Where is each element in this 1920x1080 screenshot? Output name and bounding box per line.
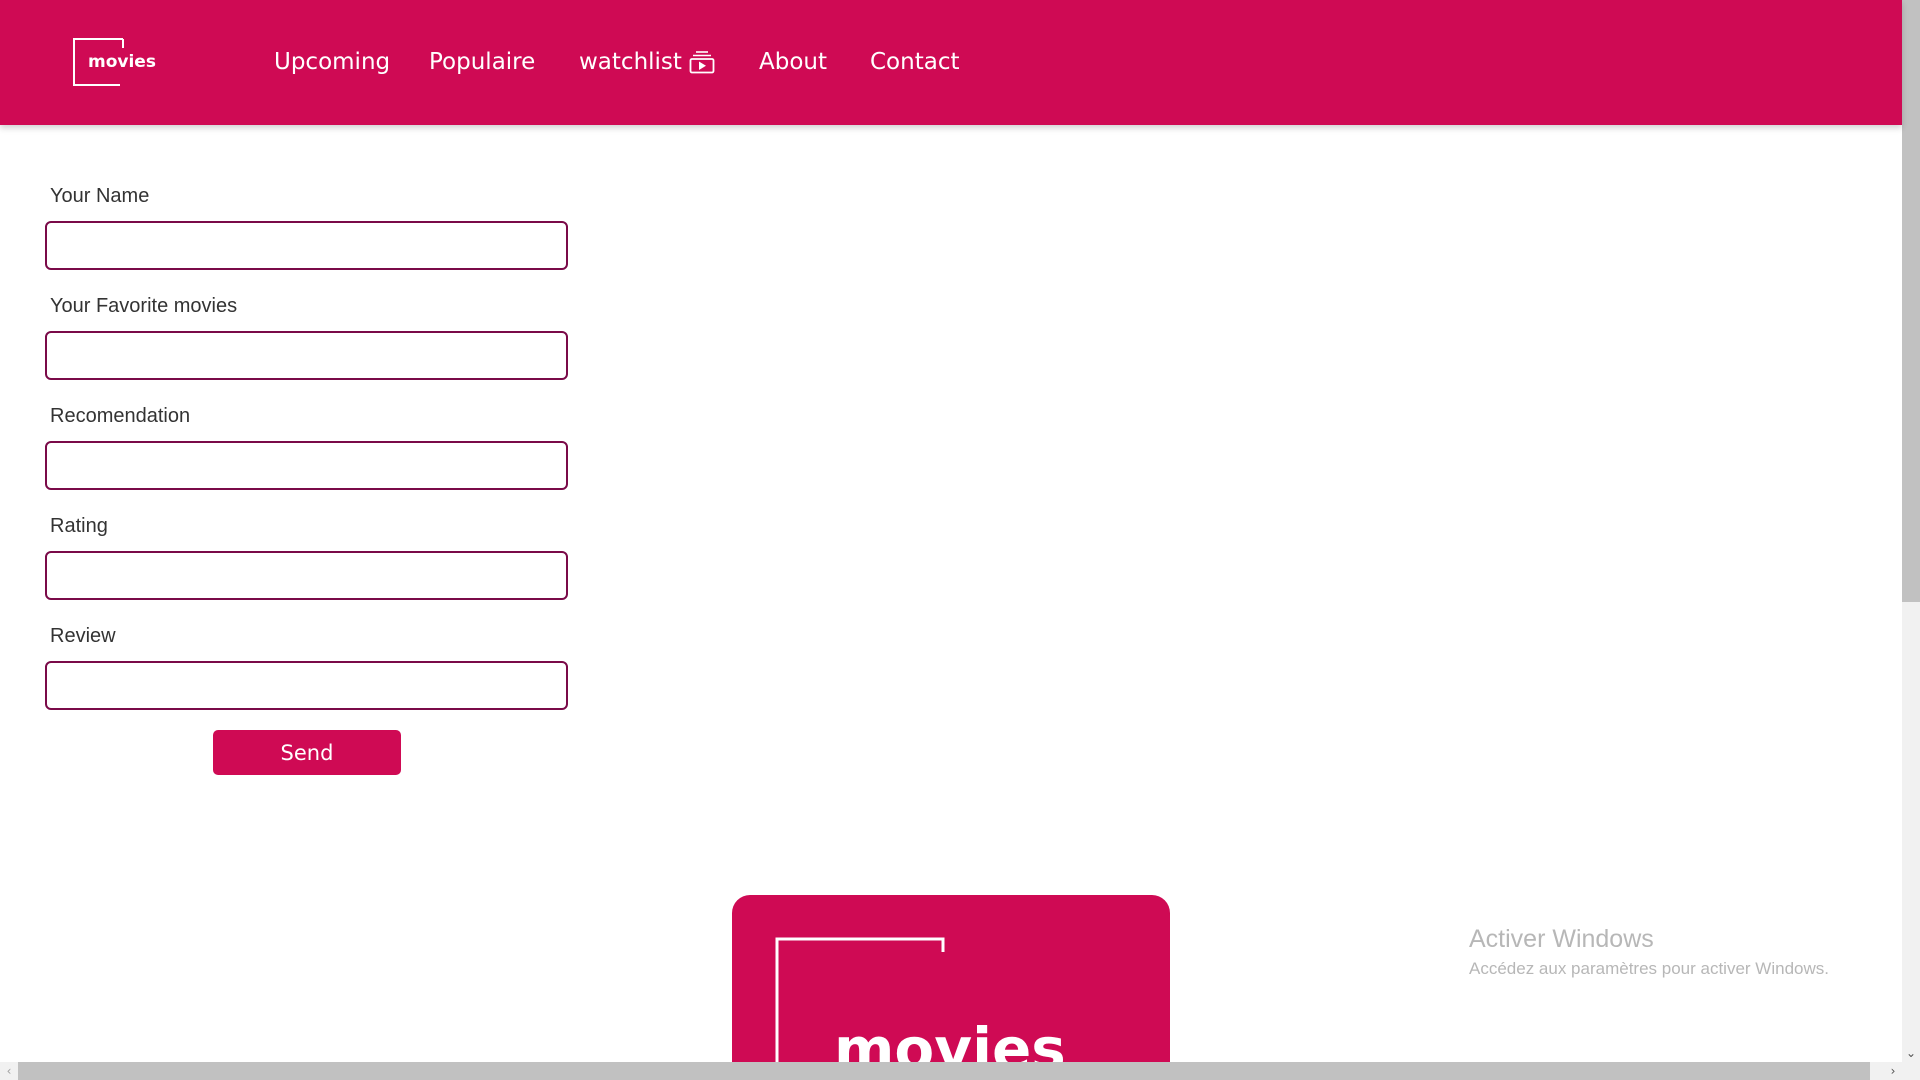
- horizontal-scrollbar-thumb[interactable]: [18, 1062, 1870, 1080]
- rating-input[interactable]: [45, 551, 568, 600]
- review-label: Review: [50, 625, 116, 647]
- vertical-scrollbar-thumb[interactable]: [1902, 0, 1920, 602]
- recommendation-label: Recomendation: [50, 405, 191, 427]
- scroll-down-arrow-icon[interactable]: ⌄: [1902, 1044, 1920, 1062]
- nav-upcoming[interactable]: Upcoming: [274, 46, 390, 78]
- favorite-movies-input[interactable]: [45, 331, 568, 380]
- your-name-label: Your Name: [50, 185, 150, 207]
- recommendation-input[interactable]: [45, 441, 568, 490]
- nav-populaire[interactable]: Populaire: [429, 46, 535, 78]
- favorite-movies-label: Your Favorite movies: [50, 295, 238, 317]
- send-button[interactable]: Send: [213, 730, 401, 775]
- scroll-left-arrow-icon[interactable]: ‹: [0, 1062, 18, 1080]
- windows-activation-subtitle: Accédez aux paramètres pour activer Wind…: [1469, 959, 1829, 978]
- navbar: movies Upcoming Populaire watchlist Abou…: [0, 0, 1902, 125]
- review-input[interactable]: [45, 661, 568, 710]
- nav-about[interactable]: About: [759, 46, 827, 78]
- nav-contact[interactable]: Contact: [870, 46, 959, 78]
- your-name-input[interactable]: [45, 221, 568, 270]
- brand-logo[interactable]: movies: [73, 38, 157, 86]
- footer-logo-text: movies: [834, 1015, 1066, 1065]
- brand-logo-text: movies: [88, 52, 156, 72]
- scroll-right-arrow-icon[interactable]: ›: [1884, 1062, 1902, 1080]
- rating-label: Rating: [50, 515, 108, 537]
- footer-logo-card: movies: [732, 895, 1170, 1065]
- playlist-play-icon[interactable]: [689, 50, 715, 74]
- windows-activation-title: Activer Windows: [1469, 925, 1654, 953]
- nav-watchlist[interactable]: watchlist: [579, 46, 682, 78]
